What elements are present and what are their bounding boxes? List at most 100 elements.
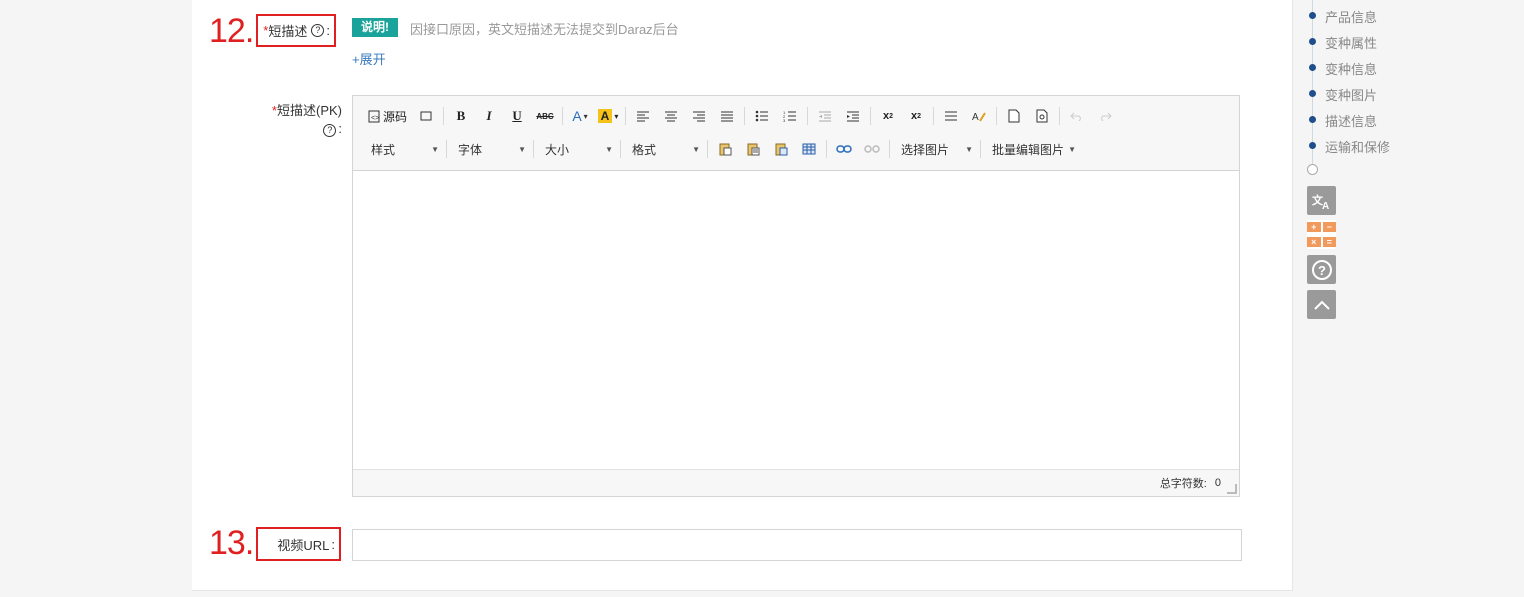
translate-button[interactable]: 文A bbox=[1307, 186, 1336, 215]
paste-word-icon bbox=[775, 143, 788, 156]
side-nav-dot bbox=[1309, 38, 1316, 45]
editor-content-area[interactable] bbox=[353, 171, 1239, 471]
style-combo-label: 样式 bbox=[371, 142, 396, 157]
bulleted-list-button[interactable] bbox=[751, 105, 773, 127]
video-url-label: 视频URL bbox=[277, 537, 330, 553]
toolbar-separator bbox=[562, 107, 564, 125]
paste-button[interactable] bbox=[714, 138, 736, 160]
label-colon: : bbox=[331, 536, 335, 552]
toolbar-row-2: 样式 ▼ 字体 ▼ 大小 ▼ 格式 ▼ 选择图片 ▼ 批量编辑图片 ▼ bbox=[363, 136, 1080, 162]
toolbar-separator bbox=[707, 140, 708, 158]
calculator-equals: = bbox=[1322, 237, 1336, 248]
editor-toolbar: <> 源码 B I U ABC A ▾ A ▾ 123 x2 x2 A 样式 ▼… bbox=[353, 96, 1239, 171]
new-page-icon bbox=[1008, 109, 1020, 123]
superscript-button[interactable]: x2 bbox=[905, 105, 927, 127]
align-center-icon bbox=[665, 111, 678, 122]
horizontal-rule-button[interactable] bbox=[940, 105, 962, 127]
bulleted-list-icon bbox=[755, 110, 769, 122]
toolbar-separator bbox=[446, 140, 447, 158]
align-right-button[interactable] bbox=[688, 105, 710, 127]
translate-icon: 文A bbox=[1312, 193, 1329, 210]
toolbar-separator bbox=[443, 107, 445, 125]
format-combo[interactable]: 格式 ▼ bbox=[624, 138, 704, 160]
preview-icon bbox=[1036, 109, 1048, 123]
short-description-pk-label: *短描述(PK) ?: bbox=[256, 102, 342, 138]
toolbar-separator bbox=[933, 107, 935, 125]
strikethrough-button[interactable]: ABC bbox=[534, 105, 556, 127]
paste-text-button[interactable] bbox=[742, 138, 764, 160]
source-icon: <> bbox=[368, 110, 380, 122]
remove-format-icon: A bbox=[972, 112, 986, 122]
undo-button[interactable] bbox=[1066, 105, 1088, 127]
help-icon: ? bbox=[1311, 259, 1332, 280]
side-nav-dot bbox=[1309, 142, 1316, 149]
chevron-down-icon: ▼ bbox=[605, 144, 613, 154]
side-nav-end-ring bbox=[1307, 164, 1318, 175]
label-colon: : bbox=[338, 121, 342, 136]
question-icon[interactable]: ? bbox=[323, 124, 337, 137]
align-center-button[interactable] bbox=[660, 105, 682, 127]
paste-icon bbox=[719, 143, 732, 156]
outdent-button[interactable] bbox=[814, 105, 836, 127]
style-combo[interactable]: 样式 ▼ bbox=[363, 138, 443, 160]
numbered-list-button[interactable]: 123 bbox=[779, 105, 801, 127]
bold-button[interactable]: B bbox=[450, 105, 472, 127]
chevron-down-icon: ▼ bbox=[692, 144, 700, 154]
link-button[interactable] bbox=[833, 138, 855, 160]
subscript-button[interactable]: x2 bbox=[877, 105, 899, 127]
expand-link[interactable]: +展开 bbox=[352, 49, 386, 68]
back-to-top-button[interactable] bbox=[1307, 290, 1336, 319]
unlink-button[interactable] bbox=[861, 138, 883, 160]
table-button[interactable] bbox=[798, 138, 820, 160]
redo-button[interactable] bbox=[1094, 105, 1116, 127]
question-icon[interactable]: ? bbox=[311, 24, 325, 37]
indent-button[interactable] bbox=[842, 105, 864, 127]
side-nav-item-variant-images[interactable]: 变种图片 bbox=[1325, 85, 1377, 104]
svg-text:A: A bbox=[972, 112, 979, 122]
side-nav-item-product-info[interactable]: 产品信息 bbox=[1325, 7, 1377, 26]
help-button[interactable]: ? bbox=[1307, 255, 1336, 284]
font-combo[interactable]: 字体 ▼ bbox=[450, 138, 530, 160]
align-left-button[interactable] bbox=[632, 105, 654, 127]
char-count-value: 0 bbox=[1214, 477, 1221, 489]
select-image-combo[interactable]: 选择图片 ▼ bbox=[893, 138, 977, 160]
align-left-icon bbox=[637, 111, 650, 122]
rich-text-editor: <> 源码 B I U ABC A ▾ A ▾ 123 x2 x2 A 样式 ▼… bbox=[352, 95, 1240, 497]
text-color-button[interactable]: A ▾ bbox=[569, 105, 591, 127]
size-combo[interactable]: 大小 ▼ bbox=[537, 138, 617, 160]
calculator-button[interactable]: + − × = bbox=[1307, 220, 1336, 249]
italic-button[interactable]: I bbox=[478, 105, 500, 127]
chevron-down-icon: ▼ bbox=[518, 144, 526, 154]
resize-handle[interactable] bbox=[1227, 484, 1237, 494]
side-nav-item-variant-attributes[interactable]: 变种属性 bbox=[1325, 33, 1377, 52]
font-combo-label: 字体 bbox=[458, 142, 483, 157]
source-label: 源码 bbox=[383, 109, 408, 124]
redo-icon bbox=[1101, 112, 1112, 121]
preview-button[interactable] bbox=[1031, 105, 1053, 127]
toolbar-separator bbox=[870, 107, 872, 125]
align-right-icon bbox=[693, 111, 706, 122]
maximize-button[interactable] bbox=[415, 105, 437, 127]
paste-word-button[interactable] bbox=[770, 138, 792, 160]
toolbar-separator bbox=[1059, 107, 1061, 125]
calculator-times: × bbox=[1307, 237, 1321, 248]
justify-button[interactable] bbox=[716, 105, 738, 127]
remove-format-button[interactable]: A bbox=[968, 105, 990, 127]
underline-button[interactable]: U bbox=[506, 105, 528, 127]
toolbar-row-1: <> 源码 B I U ABC A ▾ A ▾ 123 x2 x2 A bbox=[363, 103, 1119, 129]
format-combo-label: 格式 bbox=[632, 142, 657, 157]
background-color-button[interactable]: A ▾ bbox=[597, 105, 619, 127]
side-nav-item-shipping-warranty[interactable]: 运输和保修 bbox=[1325, 137, 1390, 156]
new-page-button[interactable] bbox=[1003, 105, 1025, 127]
side-nav-item-description[interactable]: 描述信息 bbox=[1325, 111, 1377, 130]
batch-edit-image-combo[interactable]: 批量编辑图片 ▼ bbox=[984, 138, 1080, 160]
source-button[interactable]: <> 源码 bbox=[366, 105, 409, 127]
horizontal-rule-icon bbox=[945, 111, 958, 121]
svg-text:A: A bbox=[1322, 201, 1329, 210]
side-nav-item-variant-info[interactable]: 变种信息 bbox=[1325, 59, 1377, 78]
video-url-input[interactable] bbox=[352, 529, 1242, 561]
side-nav-dot bbox=[1309, 12, 1316, 19]
svg-text:?: ? bbox=[1318, 263, 1326, 278]
toolbar-separator bbox=[889, 140, 890, 158]
select-image-label: 选择图片 bbox=[901, 142, 950, 157]
